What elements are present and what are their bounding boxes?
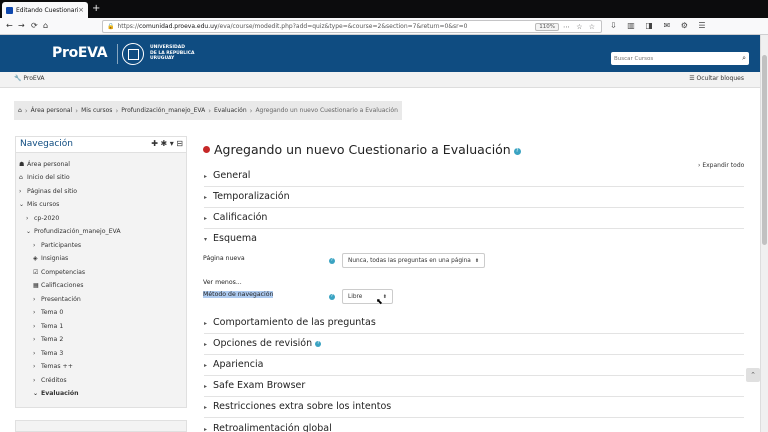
back-to-top-button[interactable]: ⌃ [746,368,760,382]
nav-item-course[interactable]: ⌄ Profundización_manejo_EVA [26,228,121,236]
nav-item-evaluacion[interactable]: ⌄ Evaluación [33,390,79,398]
chevron-right-icon: ▸ [204,194,208,201]
blocks-icon: ☰ [689,75,695,82]
breadcrumb-item[interactable]: Área personal [31,107,73,114]
forward-icon[interactable]: → [18,20,25,32]
search-input[interactable] [614,55,743,62]
expand-all-link[interactable]: › Expandir todo [698,162,744,169]
new-tab-button[interactable]: + [92,3,100,15]
nav-item-paginas[interactable]: › Páginas del sitio [19,188,77,196]
page-scrollbar[interactable] [760,35,768,432]
site-home-link[interactable]: 🔧 ProEVA [14,75,45,82]
chevron-right-icon: ▸ [204,320,208,327]
navigation-title: Navegación [20,139,73,149]
nav-method-label: Método de navegación [203,291,274,298]
show-less-link[interactable]: Ver menos... [203,279,242,286]
nav-item-cp2020[interactable]: › cp-2020 [26,215,59,223]
nav-item-mis-cursos[interactable]: ⌄ Mis cursos [19,201,59,209]
breadcrumb: ⌂ › Área personal › Mis cursos › Profund… [14,101,402,120]
chevron-right-icon: ▸ [204,404,208,411]
chevron-right-icon: ▸ [204,215,208,222]
nav-item-tema-0[interactable]: › Tema 0 [33,309,63,317]
chevron-right-icon: ▸ [204,173,208,180]
nav-method-select[interactable]: Libre ⬍ [342,289,393,304]
nav-item-insignias[interactable]: ◈ Insignias [33,255,68,263]
university-seal-icon [122,43,144,65]
page-title: Agregando un nuevo Cuestionario a Evalua… [203,142,521,157]
url-text: https://comunidad.proeva.edu.uy/eva/cour… [117,23,468,30]
breadcrumb-item[interactable]: Evaluación [214,107,247,114]
url-bar[interactable]: 🔒 https://comunidad.proeva.edu.uy/eva/co… [102,20,602,33]
section-review[interactable]: ▸ Opciones de revisión? [204,337,744,355]
tab-title: Editando Cuestionario [16,6,79,14]
browser-navbar: ← → ⟳ ⌂ 🔒 https://comunidad.proeva.edu.u… [0,18,768,35]
section-seb[interactable]: ▸ Safe Exam Browser [204,379,744,397]
close-tab-icon[interactable]: × [78,6,84,14]
chevron-right-icon: ▸ [204,383,208,390]
section-grade[interactable]: ▸ Calificación [204,211,744,229]
breadcrumb-item[interactable]: Profundización_manejo_EVA [121,107,205,114]
course-search: ⌕ [611,52,749,65]
scrollbar-thumb[interactable] [762,55,767,245]
nav-item-tema-1[interactable]: › Tema 1 [33,323,63,331]
section-behaviour[interactable]: ▸ Comportamiento de las preguntas [204,316,744,334]
breadcrumb-item[interactable]: Mis cursos [81,107,112,114]
second-block [15,420,187,432]
home-icon[interactable]: ⌂ [43,20,48,32]
favicon-icon [6,6,13,14]
mouse-cursor-icon: ⬉ [376,297,383,306]
navigation-header: Navegación ✚ ✱ ▾ ⊟ [16,137,186,153]
chevron-down-icon: ▾ [204,236,208,243]
nav-item-competencias[interactable]: ☑ Competencias [33,269,85,277]
nav-item-presentacion[interactable]: › Presentación [33,296,81,304]
wrench-icon: 🔧 [14,75,22,82]
chevron-right-icon: ▸ [204,362,208,369]
help-icon[interactable]: ? [315,340,322,347]
breadcrumb-current: Agregando un nuevo Cuestionario a Evalua… [255,107,398,114]
section-appearance[interactable]: ▸ Apariencia [204,358,744,376]
chevron-right-icon: › [698,162,701,169]
hide-blocks-button[interactable]: ☰ Ocultar bloques [689,75,744,82]
quiz-icon [203,146,210,153]
block-controls-icon[interactable]: ✚ ✱ ▾ ⊟ [151,139,183,148]
navigation-block: Navegación ✚ ✱ ▾ ⊟ ☗ Área personal ⌂ Inici… [15,136,187,408]
nav-item-tema-2[interactable]: › Tema 2 [33,336,63,344]
section-restrictions[interactable]: ▸ Restricciones extra sobre los intentos [204,400,744,418]
chevron-right-icon: ▸ [204,341,208,348]
nav-item-inicio[interactable]: ⌂ Inicio del sitio [19,174,70,182]
toolbar-icons[interactable]: ⇩ ▥ ◨ ✉ ⚙ ☰ [610,20,710,32]
logo-divider [117,44,118,64]
search-icon[interactable]: ⌕ [742,54,746,63]
breadcrumb-home-icon[interactable]: ⌂ [18,107,22,114]
new-page-select[interactable]: Nunca, todas las preguntas en una página… [342,253,485,268]
browser-tab[interactable]: Editando Cuestionario × [2,2,88,18]
help-icon[interactable]: ? [329,294,335,300]
chevron-right-icon: ▸ [204,426,208,432]
section-general[interactable]: ▸ General [204,169,744,187]
url-actions-icon[interactable]: ⋯ ☆ ☆ [563,23,597,31]
nav-item-tema-3[interactable]: › Tema 3 [33,350,63,358]
zoom-level[interactable]: 110% [535,22,559,31]
select-caret-icon: ⬍ [474,257,480,264]
site-subbar: 🔧 ProEVA ☰ Ocultar bloques [0,72,760,88]
browser-tabbar: Editando Cuestionario × + [0,0,768,18]
university-name: UNIVERSIDAD DE LA REPÚBLICA URUGUAY [150,45,195,61]
help-icon[interactable]: ? [513,147,521,155]
nav-item-calificaciones[interactable]: ▦ Calificaciones [33,282,84,290]
nav-item-creditos[interactable]: › Créditos [33,377,67,385]
lock-icon: 🔒 [107,23,115,30]
section-feedback[interactable]: ▸ Retroalimentación global [204,422,744,432]
nav-item-participantes[interactable]: › Participantes [33,242,81,250]
section-layout[interactable]: ▾ Esquema [204,232,744,250]
proeva-logo[interactable]: ProEVA [52,45,108,61]
nav-item-temas-plus[interactable]: › Temas ++ [33,363,73,371]
new-page-label: Página nueva [203,255,245,262]
section-timing[interactable]: ▸ Temporalización [204,190,744,208]
site-header: ProEVA UNIVERSIDAD DE LA REPÚBLICA URUGU… [0,35,760,72]
reload-icon[interactable]: ⟳ [31,20,38,32]
back-icon[interactable]: ← [6,20,13,32]
nav-item-area-personal[interactable]: ☗ Área personal [19,161,70,169]
help-icon[interactable]: ? [329,258,335,264]
